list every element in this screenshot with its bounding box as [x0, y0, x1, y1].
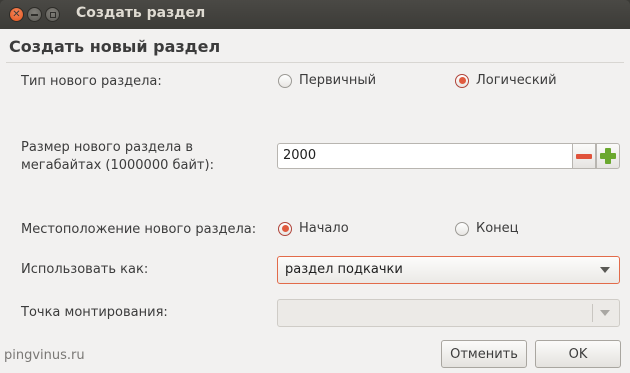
radio-beginning-label: Начало — [299, 221, 349, 236]
radio-primary-label: Первичный — [299, 73, 377, 88]
close-icon[interactable]: ✕ — [9, 7, 24, 22]
chevron-down-icon[interactable] — [600, 310, 610, 316]
size-decrement-button[interactable] — [572, 143, 596, 169]
use-as-label: Использовать как: — [21, 262, 149, 277]
location-label: Местоположение нового раздела: — [21, 222, 257, 237]
ok-button[interactable]: OK — [535, 340, 621, 368]
chevron-down-icon[interactable] — [600, 267, 610, 273]
mount-point-label: Точка монтирования: — [21, 305, 168, 320]
minimize-icon[interactable] — [27, 7, 42, 22]
radio-primary-indicator[interactable] — [278, 73, 292, 88]
radio-end-indicator[interactable] — [455, 221, 469, 236]
plus-icon — [600, 148, 616, 164]
size-label-line1: Размер нового раздела в — [21, 140, 194, 155]
use-as-combobox[interactable]: раздел подкачки — [277, 256, 620, 284]
size-input[interactable]: 2000 — [277, 143, 573, 169]
radio-end[interactable]: Конец — [455, 221, 519, 236]
maximize-icon[interactable] — [45, 7, 60, 22]
radio-beginning[interactable]: Начало — [278, 221, 349, 236]
combo-divider — [592, 304, 593, 322]
size-label-line2: мегабайтах (1000000 байт): — [21, 158, 214, 173]
window-title: Создать раздел — [76, 5, 206, 21]
watermark: pingvinus.ru — [4, 348, 85, 363]
radio-logical[interactable]: Логический — [455, 73, 557, 88]
radio-logical-indicator[interactable] — [455, 73, 469, 88]
size-label: Размер нового раздела в мегабайтах (1000… — [21, 139, 214, 175]
radio-primary[interactable]: Первичный — [278, 73, 376, 88]
use-as-value: раздел подкачки — [285, 262, 403, 277]
radio-beginning-indicator[interactable] — [278, 221, 292, 236]
radio-logical-label: Логический — [476, 73, 557, 88]
create-partition-dialog: Создать новый раздел Тип нового раздела:… — [0, 29, 630, 373]
dialog-heading: Создать новый раздел — [9, 37, 221, 56]
radio-end-label: Конец — [476, 221, 519, 236]
title-bar: ✕ Создать раздел — [0, 0, 630, 29]
partition-type-label: Тип нового раздела: — [21, 74, 162, 89]
divider — [6, 62, 624, 63]
mount-point-combobox[interactable] — [277, 299, 620, 327]
size-increment-button[interactable] — [596, 143, 620, 169]
cancel-button[interactable]: Отменить — [441, 340, 527, 368]
minus-icon — [576, 153, 592, 159]
